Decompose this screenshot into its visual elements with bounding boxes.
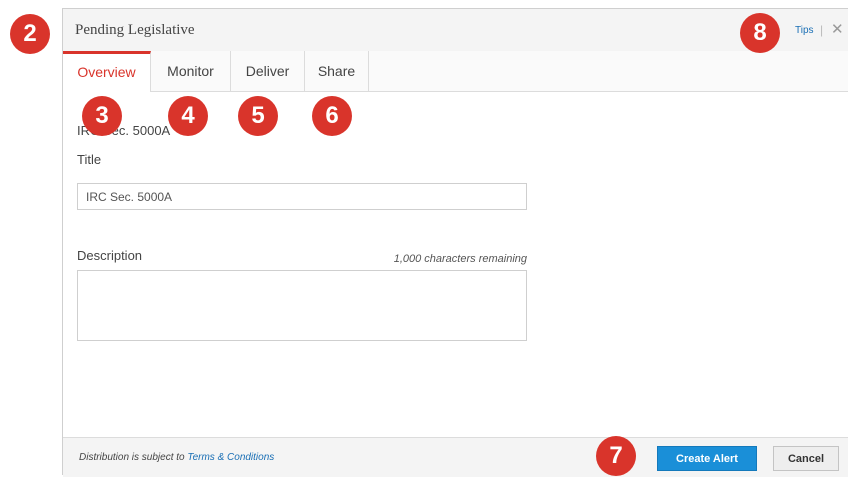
callout-badge-4: 4 [168, 96, 208, 136]
create-alert-button[interactable]: Create Alert [657, 446, 757, 471]
callout-badge-8: 8 [740, 13, 780, 53]
tab-deliver[interactable]: Deliver [231, 51, 305, 91]
tab-overview[interactable]: Overview [63, 51, 151, 92]
distribution-notice: Distribution is subject to Terms & Condi… [79, 452, 274, 463]
callout-badge-7: 7 [596, 436, 636, 476]
distribution-text: Distribution is subject to [79, 452, 185, 463]
title-label: Title [77, 152, 102, 167]
dialog-title: Pending Legislative [75, 22, 195, 38]
callout-badge-2: 2 [10, 14, 50, 54]
dialog-footer: Distribution is subject to Terms & Condi… [63, 437, 848, 477]
tips-link[interactable]: Tips [795, 25, 814, 36]
callout-badge-5: 5 [238, 96, 278, 136]
title-input[interactable] [77, 183, 527, 210]
characters-remaining: 1,000 characters remaining [393, 253, 527, 265]
tab-share[interactable]: Share [305, 51, 369, 91]
cancel-button[interactable]: Cancel [773, 446, 839, 471]
tab-monitor[interactable]: Monitor [151, 51, 231, 91]
terms-conditions-link[interactable]: Terms & Conditions [187, 452, 274, 463]
dialog-titlebar: Pending Legislative Tips | ✕ [63, 9, 848, 52]
callout-badge-3: 3 [82, 96, 122, 136]
description-textarea[interactable] [77, 270, 527, 341]
tab-bar: Overview Monitor Deliver Share [63, 51, 848, 92]
description-label: Description [77, 248, 143, 263]
titlebar-separator: | [820, 23, 824, 37]
create-alert-dialog: Pending Legislative Tips | ✕ Overview Mo… [62, 8, 848, 477]
callout-badge-6: 6 [312, 96, 352, 136]
close-icon[interactable]: ✕ [831, 20, 844, 38]
